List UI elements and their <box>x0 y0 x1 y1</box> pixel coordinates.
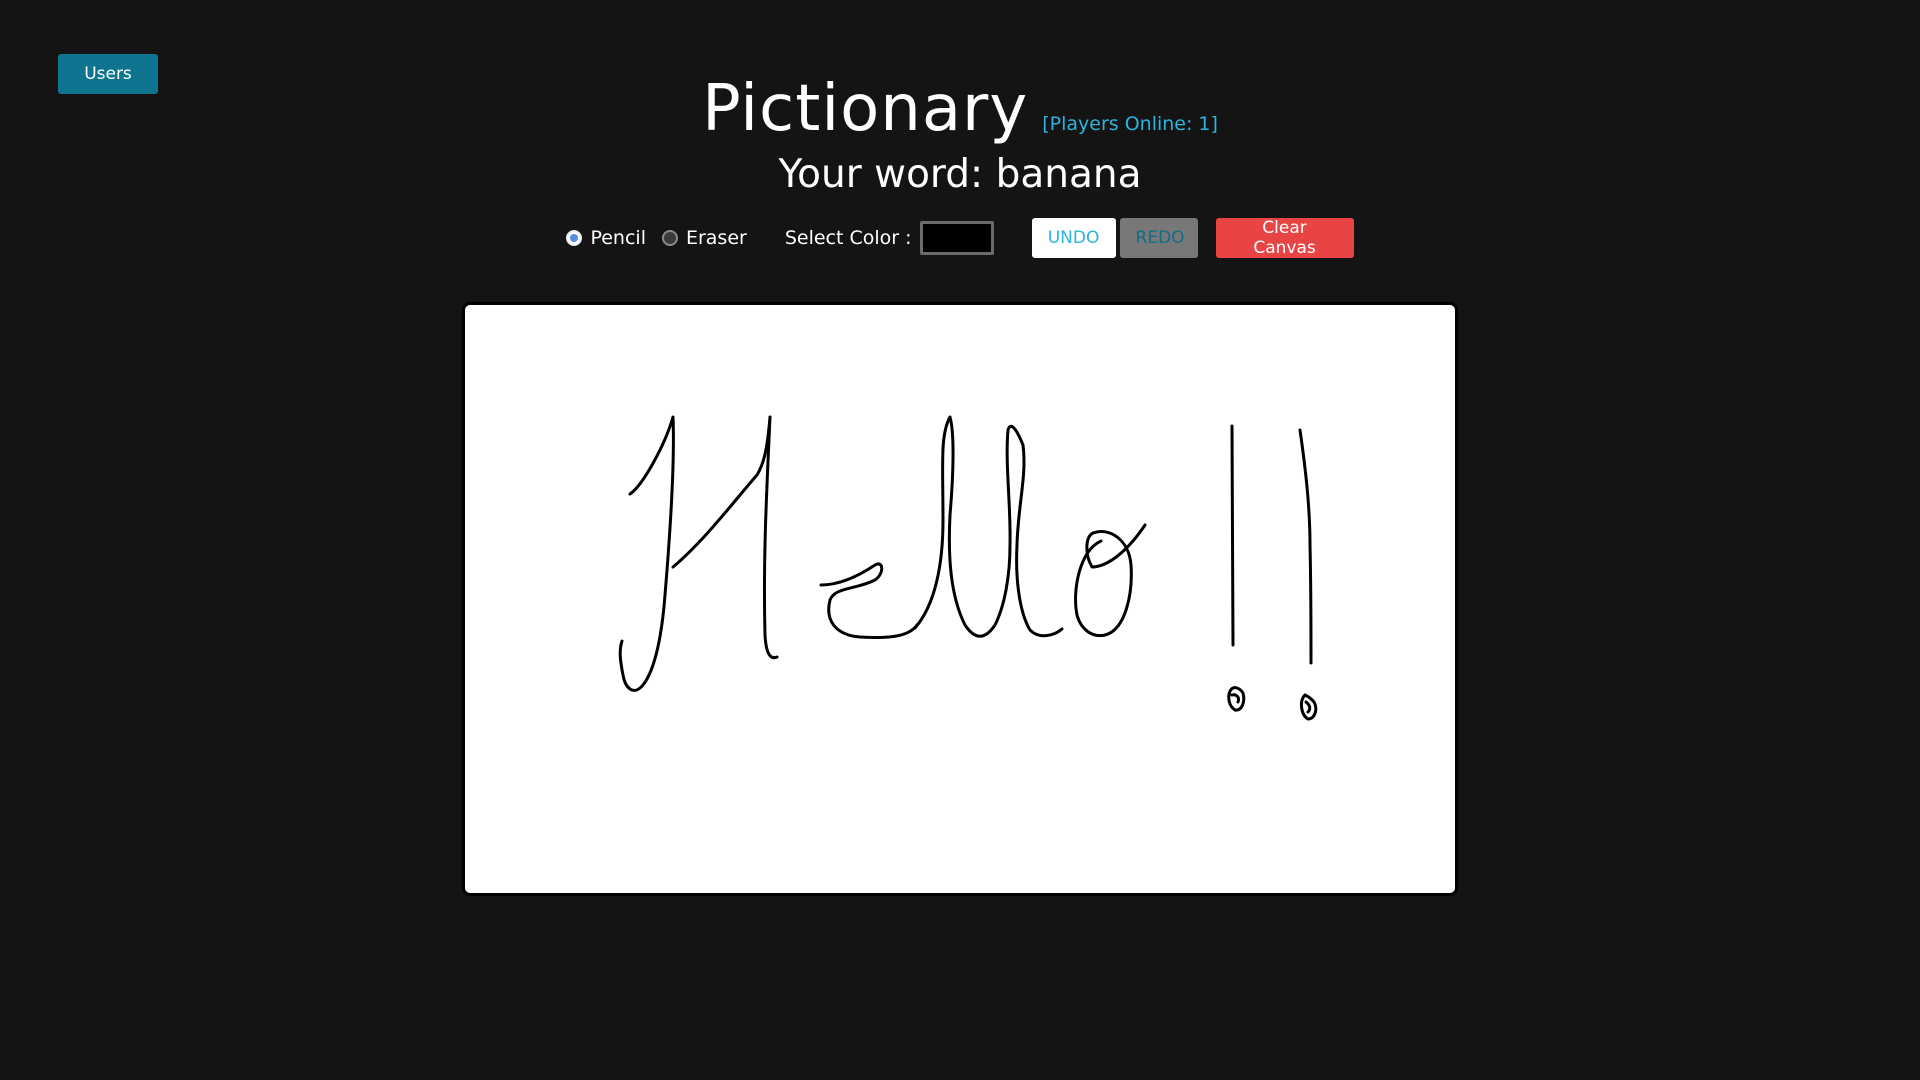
eraser-radio[interactable] <box>661 230 678 246</box>
drawing-stroke <box>1299 693 1318 721</box>
color-picker[interactable] <box>919 221 994 255</box>
players-online-count: [Players Online: 1] <box>1042 113 1218 135</box>
drawing-stroke <box>671 415 779 660</box>
drawing-toolbar: Pencil Eraser Select Color : UNDO REDO C… <box>0 218 1920 258</box>
your-word: Your word: banana <box>0 152 1920 197</box>
drawing-stroke <box>1230 424 1235 647</box>
pencil-option[interactable]: Pencil <box>566 227 646 249</box>
drawing-stroke <box>1005 424 1064 638</box>
eraser-label: Eraser <box>685 227 747 249</box>
clear-canvas-button[interactable]: Clear Canvas <box>1215 218 1354 258</box>
drawing-stroke <box>913 415 1012 638</box>
drawing-stroke <box>1227 686 1246 712</box>
pictionary-page: Users Pictionary [Players Online: 1] You… <box>0 0 1920 1080</box>
pencil-label: Pencil <box>590 227 646 249</box>
drawing-surface[interactable] <box>465 305 1455 893</box>
drawing-stroke <box>618 415 675 692</box>
drawing-stroke <box>1074 523 1147 638</box>
undo-button[interactable]: UNDO <box>1031 218 1116 258</box>
pencil-radio[interactable] <box>566 230 583 246</box>
word-prefix: Your word: <box>778 152 984 197</box>
redo-button[interactable]: REDO <box>1119 218 1198 258</box>
eraser-option[interactable]: Eraser <box>661 227 747 249</box>
drawing-stroke <box>819 562 919 639</box>
drawing-canvas[interactable] <box>462 302 1458 896</box>
title-row: Pictionary [Players Online: 1] <box>0 72 1920 146</box>
drawing-stroke <box>1298 428 1313 665</box>
page-title: Pictionary <box>702 72 1029 146</box>
word-value: banana <box>995 152 1142 197</box>
header: Pictionary [Players Online: 1] Your word… <box>0 72 1920 197</box>
select-color-label: Select Color : <box>784 227 912 249</box>
